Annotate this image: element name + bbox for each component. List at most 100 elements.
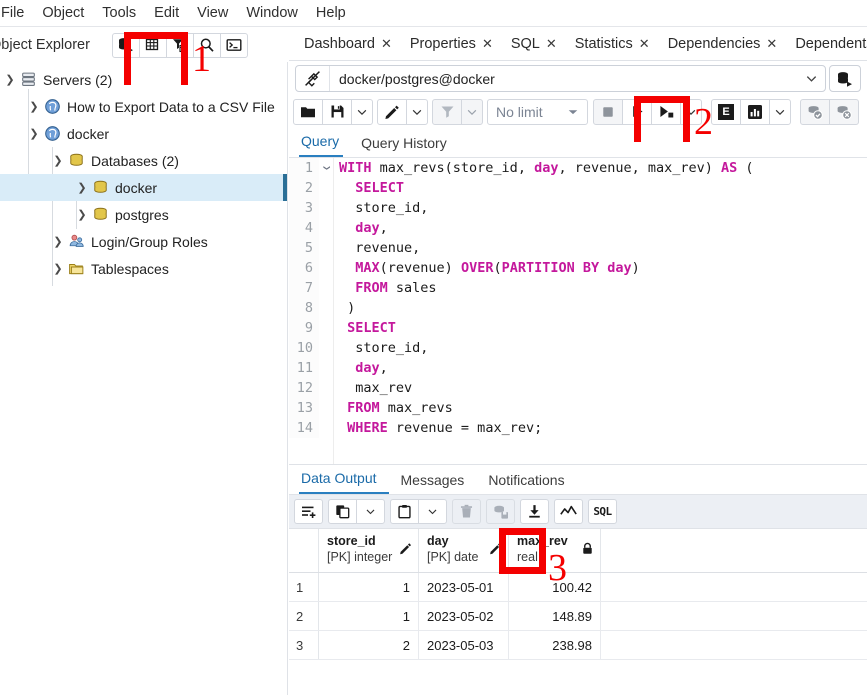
chevron-down-icon <box>411 106 423 118</box>
chevron-down-icon[interactable]: ❯ <box>26 127 42 140</box>
edit-options-button[interactable] <box>406 99 428 125</box>
execute-query-button[interactable] <box>622 99 652 125</box>
chevron-down-icon[interactable]: ❯ <box>2 73 18 86</box>
save-file-button[interactable] <box>322 99 352 125</box>
tab-query-history[interactable]: Query History <box>359 135 457 157</box>
execute-dropdown-button[interactable] <box>680 99 702 125</box>
column-header-max-rev[interactable]: max_rev real <box>509 529 601 572</box>
chevron-right-icon[interactable]: ❯ <box>74 208 90 221</box>
connection-selector[interactable]: docker/postgres@docker <box>295 65 826 92</box>
cell-store-id[interactable]: 1 <box>319 573 419 601</box>
menu-item-view[interactable]: View <box>188 0 237 26</box>
explain-analyze-button[interactable] <box>740 99 770 125</box>
paste-button[interactable] <box>390 499 419 524</box>
row-limit-select[interactable]: No limit <box>487 99 588 125</box>
sidebar-item-tablespaces[interactable]: ❯ Tablespaces <box>0 255 287 282</box>
download-results-button[interactable] <box>520 499 549 524</box>
cell-day[interactable]: 2023-05-03 <box>419 631 509 659</box>
cell-max-rev[interactable]: 100.42 <box>509 573 601 601</box>
chevron-down-icon[interactable]: ❯ <box>50 154 66 167</box>
close-icon[interactable]: ✕ <box>482 36 493 52</box>
line-number: 4 <box>289 218 319 238</box>
sidebar-item-login-group-roles[interactable]: ❯ Login/Group Roles <box>0 228 287 255</box>
object-explorer-query-tool-button[interactable] <box>112 33 140 58</box>
close-icon[interactable]: ✕ <box>766 36 777 52</box>
query-tool-icon <box>118 37 134 53</box>
fold-chevron-down-icon[interactable]: ❯ <box>316 161 336 175</box>
sidebar-item-databases[interactable]: ❯ Databases (2) <box>0 147 287 174</box>
menu-item-file[interactable]: File <box>0 0 33 26</box>
execute-options-button[interactable] <box>651 99 681 125</box>
tab-sql[interactable]: SQL ✕ <box>502 28 566 60</box>
sidebar-item-database-docker[interactable]: ❯ docker <box>0 174 287 201</box>
chevron-right-icon[interactable]: ❯ <box>74 181 90 194</box>
commit-button[interactable] <box>800 99 830 125</box>
object-explorer-tree[interactable]: ❯ Servers (2) ❯ How to Ex <box>0 62 288 695</box>
cell-day[interactable]: 2023-05-01 <box>419 573 509 601</box>
object-explorer-filter-data-button[interactable] <box>166 33 194 58</box>
disconnect-plug-icon[interactable] <box>296 66 330 91</box>
object-explorer-view-data-button[interactable] <box>139 33 167 58</box>
new-query-tool-button[interactable] <box>829 65 861 92</box>
explain-options-button[interactable] <box>769 99 791 125</box>
copy-button[interactable] <box>328 499 357 524</box>
graph-visualiser-button[interactable] <box>554 499 583 524</box>
cell-day[interactable]: 2023-05-02 <box>419 602 509 630</box>
edit-button[interactable] <box>377 99 407 125</box>
sidebar-item-servers[interactable]: ❯ Servers (2) <box>0 66 287 93</box>
chevron-down-icon[interactable] <box>797 72 825 85</box>
filter-button[interactable] <box>432 99 462 125</box>
tab-dependents[interactable]: Dependents ✕ <box>786 28 867 60</box>
cell-max-rev[interactable]: 148.89 <box>509 602 601 630</box>
open-file-button[interactable] <box>293 99 323 125</box>
menu-item-window[interactable]: Window <box>237 0 307 26</box>
add-row-button[interactable] <box>294 499 323 524</box>
cell-store-id[interactable]: 2 <box>319 631 419 659</box>
tab-query[interactable]: Query <box>299 133 343 157</box>
cell-store-id[interactable]: 1 <box>319 602 419 630</box>
explain-button[interactable]: E <box>711 99 741 125</box>
chevron-right-icon[interactable]: ❯ <box>50 262 66 275</box>
tab-properties[interactable]: Properties ✕ <box>401 28 502 60</box>
copy-icon <box>335 504 350 519</box>
save-file-options-button[interactable] <box>351 99 373 125</box>
menu-item-object[interactable]: Object <box>33 0 93 26</box>
cell-max-rev[interactable]: 238.98 <box>509 631 601 659</box>
close-icon[interactable]: ✕ <box>639 36 650 52</box>
tab-messages[interactable]: Messages <box>399 472 477 494</box>
rollback-button[interactable] <box>829 99 859 125</box>
object-explorer-psql-button[interactable] <box>220 33 248 58</box>
close-icon[interactable]: ✕ <box>546 36 557 52</box>
menu-item-tools[interactable]: Tools <box>93 0 145 26</box>
column-header-store-id[interactable]: store_id [PK] integer <box>319 529 419 572</box>
delete-row-button[interactable] <box>452 499 481 524</box>
chevron-right-icon[interactable]: ❯ <box>50 235 66 248</box>
menu-item-help[interactable]: Help <box>307 0 355 26</box>
sidebar-item-docker-server[interactable]: ❯ docker <box>0 120 287 147</box>
close-icon[interactable]: ✕ <box>381 36 392 52</box>
chevron-right-icon[interactable]: ❯ <box>26 100 42 113</box>
copy-options-button[interactable] <box>356 499 385 524</box>
results-grid[interactable]: store_id [PK] integer day [PK] date <box>289 529 867 660</box>
paste-options-button[interactable] <box>418 499 447 524</box>
sidebar-item-how-to-export-data-to-a-csv-file[interactable]: ❯ How to Export Data to a CSV File <box>0 93 287 120</box>
query-sql-button[interactable]: SQL <box>588 499 617 524</box>
tab-statistics[interactable]: Statistics ✕ <box>566 28 659 60</box>
sql-editor[interactable]: 1❯WITH max_revs(store_id, day, revenue, … <box>289 158 867 464</box>
tab-dashboard[interactable]: Dashboard ✕ <box>295 28 401 60</box>
menu-item-edit[interactable]: Edit <box>145 0 188 26</box>
table-row[interactable]: 212023-05-02148.89 <box>289 602 867 631</box>
sidebar-item-label: Tablespaces <box>86 261 169 277</box>
table-row[interactable]: 322023-05-03238.98 <box>289 631 867 660</box>
filter-options-button[interactable] <box>461 99 483 125</box>
tab-data-output[interactable]: Data Output <box>299 470 389 494</box>
object-explorer-search-button[interactable] <box>193 33 221 58</box>
save-data-changes-button[interactable] <box>486 499 515 524</box>
table-row[interactable]: 112023-05-01100.42 <box>289 573 867 602</box>
sidebar-item-label: Databases (2) <box>86 153 179 169</box>
sidebar-item-database-postgres[interactable]: ❯ postgres <box>0 201 287 228</box>
tab-notifications[interactable]: Notifications <box>486 472 576 494</box>
stop-query-button[interactable] <box>593 99 623 125</box>
column-header-day[interactable]: day [PK] date <box>419 529 509 572</box>
tab-dependencies[interactable]: Dependencies ✕ <box>659 28 787 60</box>
